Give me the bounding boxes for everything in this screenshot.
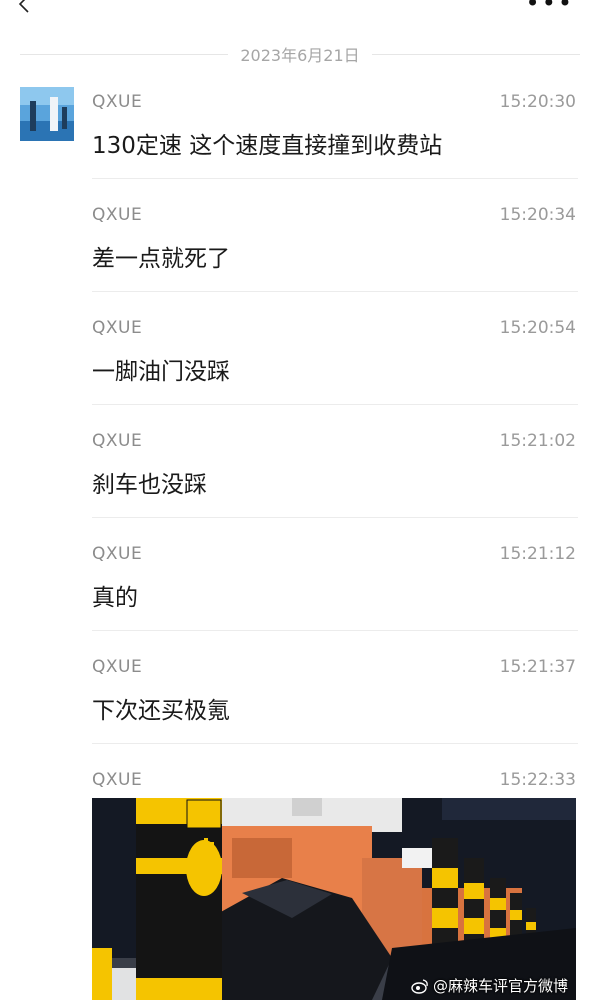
- message-time: 15:22:33: [499, 770, 576, 790]
- sender-name: QXUE: [92, 318, 143, 338]
- sender-name: QXUE: [92, 770, 143, 790]
- message-text: 下次还买极氪: [92, 698, 230, 724]
- chevron-left-icon[interactable]: [14, 0, 34, 14]
- avatar[interactable]: [20, 87, 74, 141]
- message-divider: [92, 404, 578, 405]
- message-time: 15:20:34: [499, 205, 576, 225]
- message-time: 15:21:37: [499, 657, 576, 677]
- sender-name: QXUE: [92, 205, 143, 225]
- message-text: 刹车也没踩: [92, 472, 207, 498]
- message-text: 130定速 这个速度直接撞到收费站: [92, 133, 443, 159]
- watermark: @麻辣车评官方微博: [411, 975, 568, 996]
- sender-name: QXUE: [92, 431, 143, 451]
- message-divider: [92, 517, 578, 518]
- message-text: 差一点就死了: [92, 246, 230, 272]
- watermark-label: @麻辣车评官方微博: [432, 977, 568, 995]
- sender-name: QXUE: [92, 544, 143, 564]
- sender-name: QXUE: [92, 657, 143, 677]
- message-time: 15:21:12: [499, 544, 576, 564]
- sender-name: QXUE: [92, 92, 143, 112]
- message-text: 一脚油门没踩: [92, 359, 230, 385]
- message-divider: [92, 291, 578, 292]
- message-divider: [92, 630, 578, 631]
- date-separator-label: 2023年6月21日: [240, 46, 360, 65]
- message-text: 真的: [92, 585, 138, 611]
- message-divider: [92, 743, 578, 744]
- top-bar: •••: [0, 0, 600, 24]
- more-dots-icon[interactable]: •••: [526, 0, 574, 15]
- message-time: 15:20:30: [499, 92, 576, 112]
- message-time: 15:20:54: [499, 318, 576, 338]
- message-photo[interactable]: @麻辣车评官方微博: [92, 798, 576, 1000]
- message-time: 15:21:02: [499, 431, 576, 451]
- date-separator: 2023年6月21日: [20, 42, 580, 66]
- weibo-icon: [411, 978, 428, 994]
- message-divider: [92, 178, 578, 179]
